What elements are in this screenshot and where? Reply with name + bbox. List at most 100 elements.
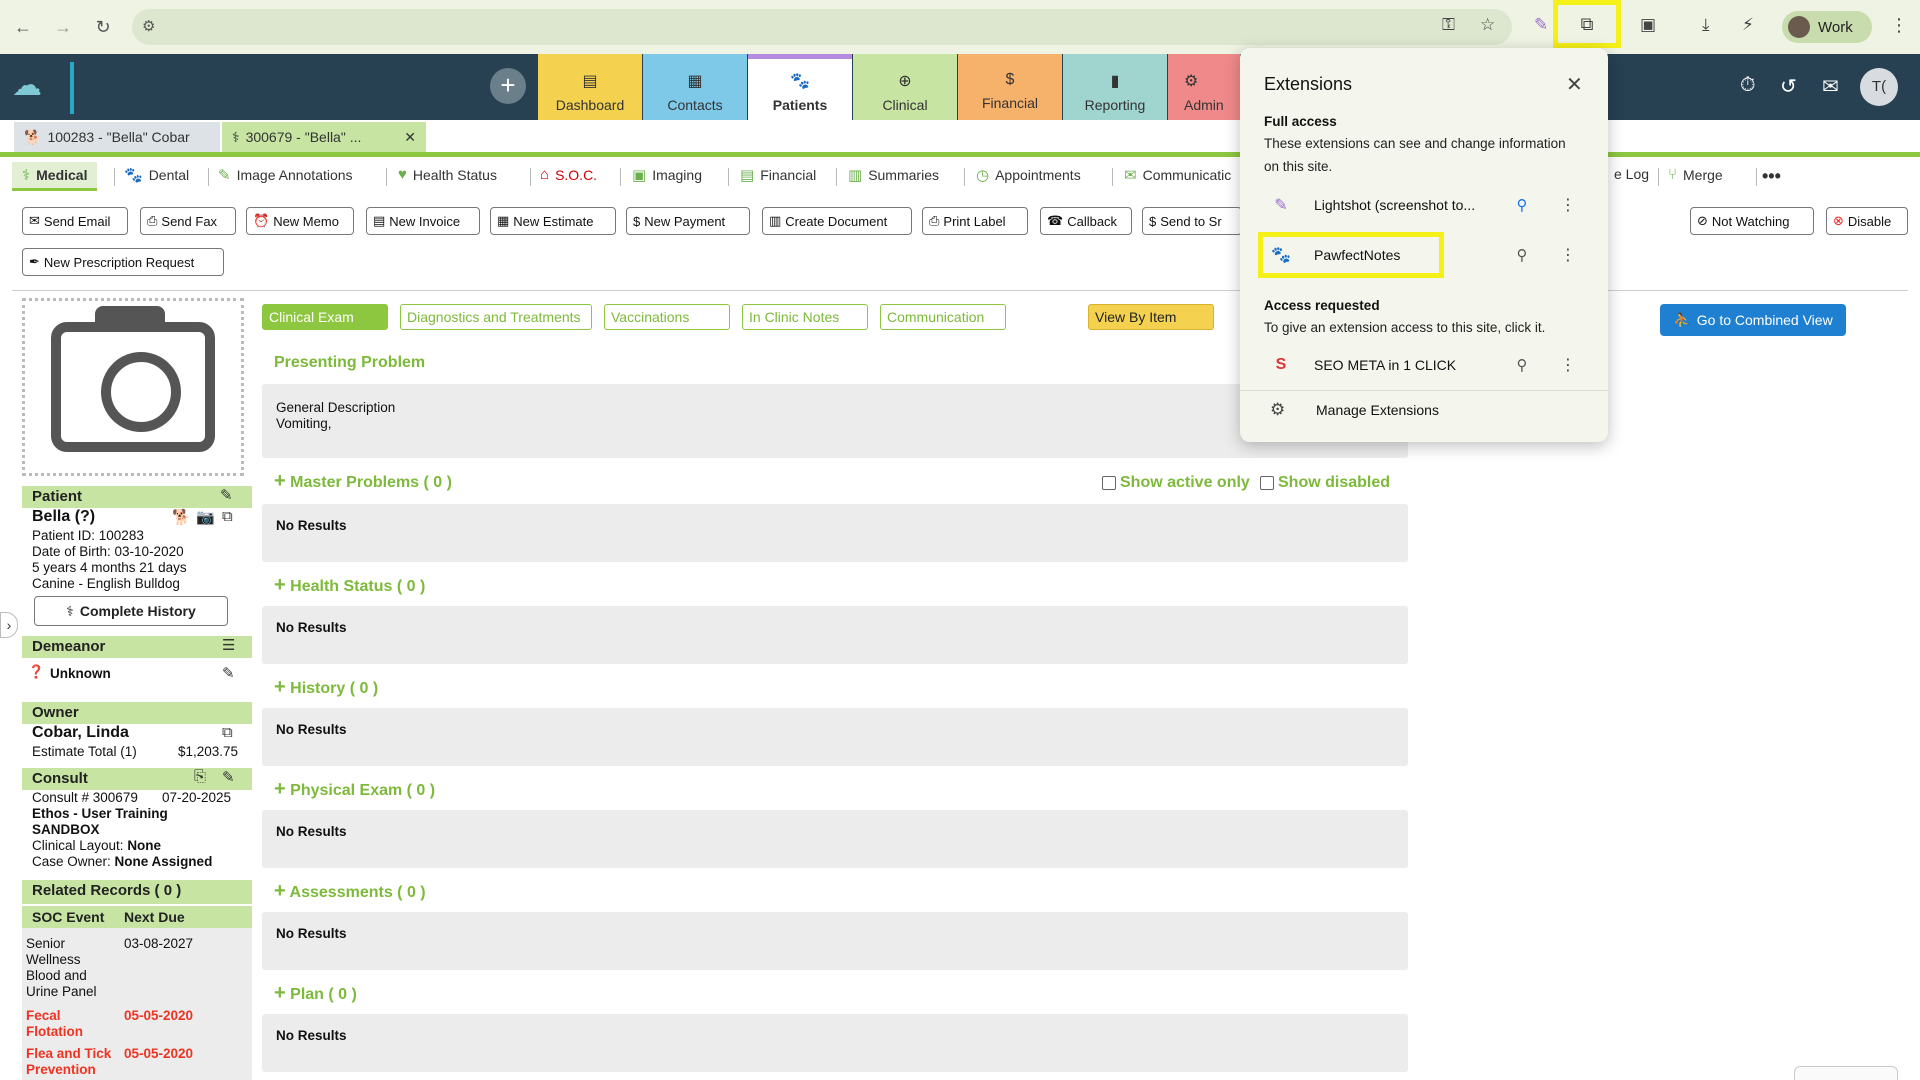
edit-pencil-icon[interactable]: ✎	[220, 486, 233, 504]
show-active-only-checkbox[interactable]: Show active only	[1102, 474, 1250, 492]
pill-communication[interactable]: Communication	[880, 304, 1006, 330]
nav-imaging[interactable]: ▣ Imaging	[632, 166, 702, 184]
pill-diagnostics-treatments[interactable]: Diagnostics and Treatments	[400, 304, 592, 330]
print-label-button[interactable]: ⎙ Print Label	[922, 207, 1028, 235]
section-assessments[interactable]: + Assessments ( 0 )	[274, 880, 426, 903]
pill-in-clinic-notes[interactable]: In Clinic Notes	[742, 304, 868, 330]
show-disabled-checkbox[interactable]: Show disabled	[1260, 474, 1390, 492]
send-to-button[interactable]: $ Send to Sr	[1142, 207, 1242, 235]
pdf-icon[interactable]: ⎘	[194, 768, 206, 785]
section-health-status[interactable]: + Health Status ( 0 )	[274, 574, 425, 597]
reload-icon[interactable]: ↻	[92, 17, 114, 38]
printer-icon: ⎙	[929, 213, 940, 228]
new-memo-button[interactable]: ⏰ New Memo	[246, 207, 354, 235]
close-icon[interactable]: ✕	[1566, 72, 1583, 97]
new-estimate-button[interactable]: ▦ New Estimate	[490, 207, 616, 235]
section-master-problems[interactable]: + Master Problems ( 0 )	[274, 470, 452, 493]
nav-summaries[interactable]: ▥ Summaries	[848, 166, 939, 184]
clinical-layout-label: Clinical Layout:	[32, 838, 124, 853]
pin-icon[interactable]: ⚲	[1510, 356, 1534, 374]
stopwatch-icon[interactable]: ⏱	[1740, 74, 1756, 97]
record-tab-100283[interactable]: 🐕 100283 - "Bella" Cobar	[14, 122, 220, 152]
add-button[interactable]: +	[490, 68, 526, 104]
tab-clinical[interactable]: ⊕ Clinical	[853, 54, 957, 120]
nav-dental[interactable]: 🐾 Dental	[124, 166, 189, 184]
performance-icon[interactable]: ⚡	[1742, 15, 1754, 35]
user-avatar[interactable]: T(	[1860, 68, 1898, 106]
tab-admin[interactable]: ⚙ Admin	[1168, 54, 1240, 120]
forward-icon[interactable]: →	[52, 17, 74, 38]
nav-financial[interactable]: ▤ Financial	[740, 166, 816, 184]
not-watching-button[interactable]: ⊘ Not Watching	[1690, 207, 1814, 235]
tab-patients[interactable]: 🐾 Patients	[748, 54, 852, 120]
extension-seo-meta[interactable]: S SEO META in 1 CLICK ⚲ ⋮	[1264, 350, 1594, 380]
pin-icon[interactable]: ⚲	[1510, 246, 1534, 264]
nav-change-log[interactable]: e Log	[1614, 166, 1649, 182]
download-icon[interactable]: ⤓	[1702, 15, 1710, 35]
complete-history-button[interactable]: ⚕ Complete History	[34, 596, 228, 626]
pinned-icon[interactable]: ⚲	[1510, 196, 1534, 214]
tab-contacts[interactable]: ▦ Contacts	[643, 54, 747, 120]
manage-extensions-link[interactable]: ⚙ Manage Extensions	[1264, 400, 1439, 420]
floating-controls[interactable]	[1794, 1066, 1898, 1080]
close-icon[interactable]: ✕	[404, 129, 416, 146]
soc-row[interactable]: Fecal Flotation	[26, 1008, 83, 1040]
related-records-header[interactable]: Related Records ( 0 )	[22, 880, 252, 904]
tab-reporting[interactable]: ▮ Reporting	[1063, 54, 1167, 120]
send-fax-button[interactable]: ⎙ Send Fax	[140, 207, 236, 235]
record-tab-300679[interactable]: ⚕ 300679 - "Bella" ... ✕	[222, 122, 426, 152]
nav-communications[interactable]: ✉ Communicatic	[1124, 166, 1231, 184]
external-link-icon[interactable]: ⧉	[222, 508, 233, 525]
extension-lightshot[interactable]: ✎ Lightshot (screenshot to... ⚲ ⋮	[1264, 190, 1594, 220]
more-icon[interactable]: •••	[1762, 166, 1781, 187]
nav-soc[interactable]: ⌂ S.O.C.	[540, 166, 597, 183]
section-plan[interactable]: + Plan ( 0 )	[274, 982, 357, 1005]
nav-merge[interactable]: ⑂ Merge	[1668, 166, 1723, 183]
tab-search-icon[interactable]: ▣	[1640, 15, 1656, 35]
tab-financial[interactable]: $ Financial	[958, 54, 1062, 120]
history-icon[interactable]: ↺	[1780, 74, 1797, 99]
pill-clinical-exam[interactable]: Clinical Exam	[262, 304, 388, 330]
nav-health-status[interactable]: ♥ Health Status	[398, 166, 497, 183]
more-options-icon[interactable]: ⋮	[1560, 355, 1576, 375]
back-icon[interactable]: ←	[12, 17, 34, 38]
nav-appointments[interactable]: ◷ Appointments	[976, 166, 1081, 184]
nav-image-annotations[interactable]: ✎ Image Annotations	[218, 166, 353, 184]
disable-button[interactable]: ⊗ Disable	[1826, 207, 1908, 235]
password-key-icon[interactable]: ⚿	[1442, 15, 1455, 35]
list-icon[interactable]: ☰	[222, 636, 235, 654]
external-link-icon[interactable]: ⧉	[222, 724, 233, 741]
imaging-icon: ▣	[632, 167, 647, 184]
soc-row[interactable]: Flea and Tick Prevention	[26, 1046, 111, 1078]
edit-pencil-icon[interactable]: ✎	[222, 768, 235, 786]
patient-photo-placeholder[interactable]	[22, 298, 244, 476]
new-payment-button[interactable]: $ New Payment	[626, 207, 750, 235]
bookmark-star-icon[interactable]: ☆	[1480, 15, 1495, 35]
camera-small-icon[interactable]: 📷	[196, 508, 215, 526]
callback-button[interactable]: ☎ Callback	[1040, 207, 1132, 235]
section-history[interactable]: + History ( 0 )	[274, 676, 378, 699]
new-prescription-request-button[interactable]: ✒ New Prescription Request	[22, 248, 224, 276]
view-by-item-button[interactable]: View By Item	[1088, 304, 1214, 330]
profile-button[interactable]: Work	[1782, 11, 1872, 43]
new-invoice-button[interactable]: ▤ New Invoice	[366, 207, 480, 235]
edit-pencil-icon[interactable]: ✎	[222, 664, 235, 682]
mail-icon[interactable]: ✉	[1822, 74, 1839, 99]
site-settings-icon[interactable]: ⚙	[142, 17, 164, 37]
pill-vaccinations[interactable]: Vaccinations	[604, 304, 730, 330]
create-document-button[interactable]: ▥ Create Document	[762, 207, 912, 235]
more-options-icon[interactable]: ⋮	[1560, 195, 1576, 215]
soc-row[interactable]: Senior Wellness Blood and Urine Panel	[26, 936, 97, 1000]
nav-medical[interactable]: ⚕ Medical	[12, 162, 98, 191]
send-email-button[interactable]: ✉ Send Email	[22, 207, 128, 235]
section-physical-exam[interactable]: + Physical Exam ( 0 )	[274, 778, 435, 801]
lightshot-pen-icon[interactable]: ✎	[1534, 15, 1548, 35]
menu-kebab-icon[interactable]: ⋮	[1890, 15, 1908, 36]
disable-icon: ⊗	[1833, 213, 1844, 228]
tab-dashboard[interactable]: ▤ Dashboard	[538, 54, 642, 120]
extensions-puzzle-icon[interactable]: ⧉	[1553, 0, 1621, 48]
more-options-icon[interactable]: ⋮	[1560, 245, 1576, 265]
cloud-logo-icon[interactable]: ☁	[12, 68, 56, 108]
go-to-combined-view-button[interactable]: ⛹ Go to Combined View	[1660, 304, 1846, 336]
address-bar[interactable]	[132, 9, 1512, 45]
